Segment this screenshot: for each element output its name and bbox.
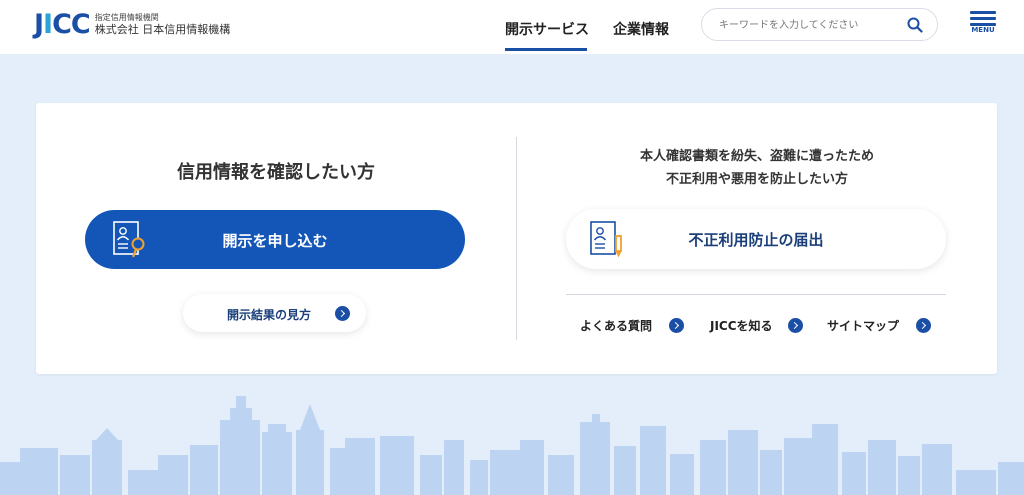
about-jicc-link[interactable]: JICCを知る <box>710 317 803 334</box>
search-icon[interactable] <box>907 17 923 33</box>
active-nav-indicator <box>505 48 587 51</box>
site-header: JICC 指定信用情報機関 株式会社 日本信用情報機構 開示サービス 企業情報 … <box>0 0 1024 54</box>
main-card: 信用情報を確認したい方 開示を申し込む 開示結果の見方 本人確認書類を紛失、盗難… <box>36 103 997 374</box>
hamburger-menu-icon <box>970 11 996 14</box>
search-box <box>701 8 938 41</box>
chevron-right-circle-icon <box>916 318 931 333</box>
faq-link[interactable]: よくある質問 <box>580 317 684 334</box>
menu-label: MENU <box>971 26 995 34</box>
apply-disclosure-label: 開示を申し込む <box>222 232 328 250</box>
sitemap-link-label: サイトマップ <box>827 319 900 333</box>
logo-subtitle: 指定信用情報機関 <box>94 13 159 22</box>
left-heading: 信用情報を確認したい方 <box>177 162 375 183</box>
nav-company-info[interactable]: 企業情報 <box>613 19 669 39</box>
sitemap-link[interactable]: サイトマップ <box>827 317 931 334</box>
logo-mark: JICC <box>34 9 91 40</box>
right-heading-line2: 不正利用や悪用を防止したい方 <box>665 172 848 187</box>
chevron-right-circle-icon <box>669 318 684 333</box>
chevron-right-circle-icon <box>788 318 803 333</box>
faq-link-label: よくある質問 <box>580 319 653 333</box>
fraud-prevention-report-button[interactable]: 不正利用防止の届出 <box>566 209 946 269</box>
city-skyline-illustration <box>0 396 1024 495</box>
jicc-logo[interactable]: JICC 指定信用情報機関 株式会社 日本信用情報機構 <box>34 10 230 40</box>
right-heading: 本人確認書類を紛失、盗難に遭ったため 不正利用や悪用を防止したい方 <box>517 145 997 191</box>
menu-button[interactable]: MENU <box>970 11 996 37</box>
about-jicc-link-label: JICCを知る <box>710 319 773 333</box>
apply-disclosure-button[interactable]: 開示を申し込む <box>85 210 465 269</box>
right-heading-line1: 本人確認書類を紛失、盗難に遭ったため <box>639 149 874 164</box>
search-input[interactable] <box>719 16 899 34</box>
how-to-read-results-button[interactable]: 開示結果の見方 <box>183 294 366 332</box>
horizontal-divider <box>566 294 946 295</box>
fraud-prevention-report-label: 不正利用防止の届出 <box>688 231 824 249</box>
logo-company-name: 株式会社 日本信用情報機構 <box>94 23 231 36</box>
chevron-right-circle-icon <box>335 306 350 321</box>
nav-disclosure-services[interactable]: 開示サービス <box>505 19 589 39</box>
how-to-read-results-label: 開示結果の見方 <box>227 308 312 322</box>
